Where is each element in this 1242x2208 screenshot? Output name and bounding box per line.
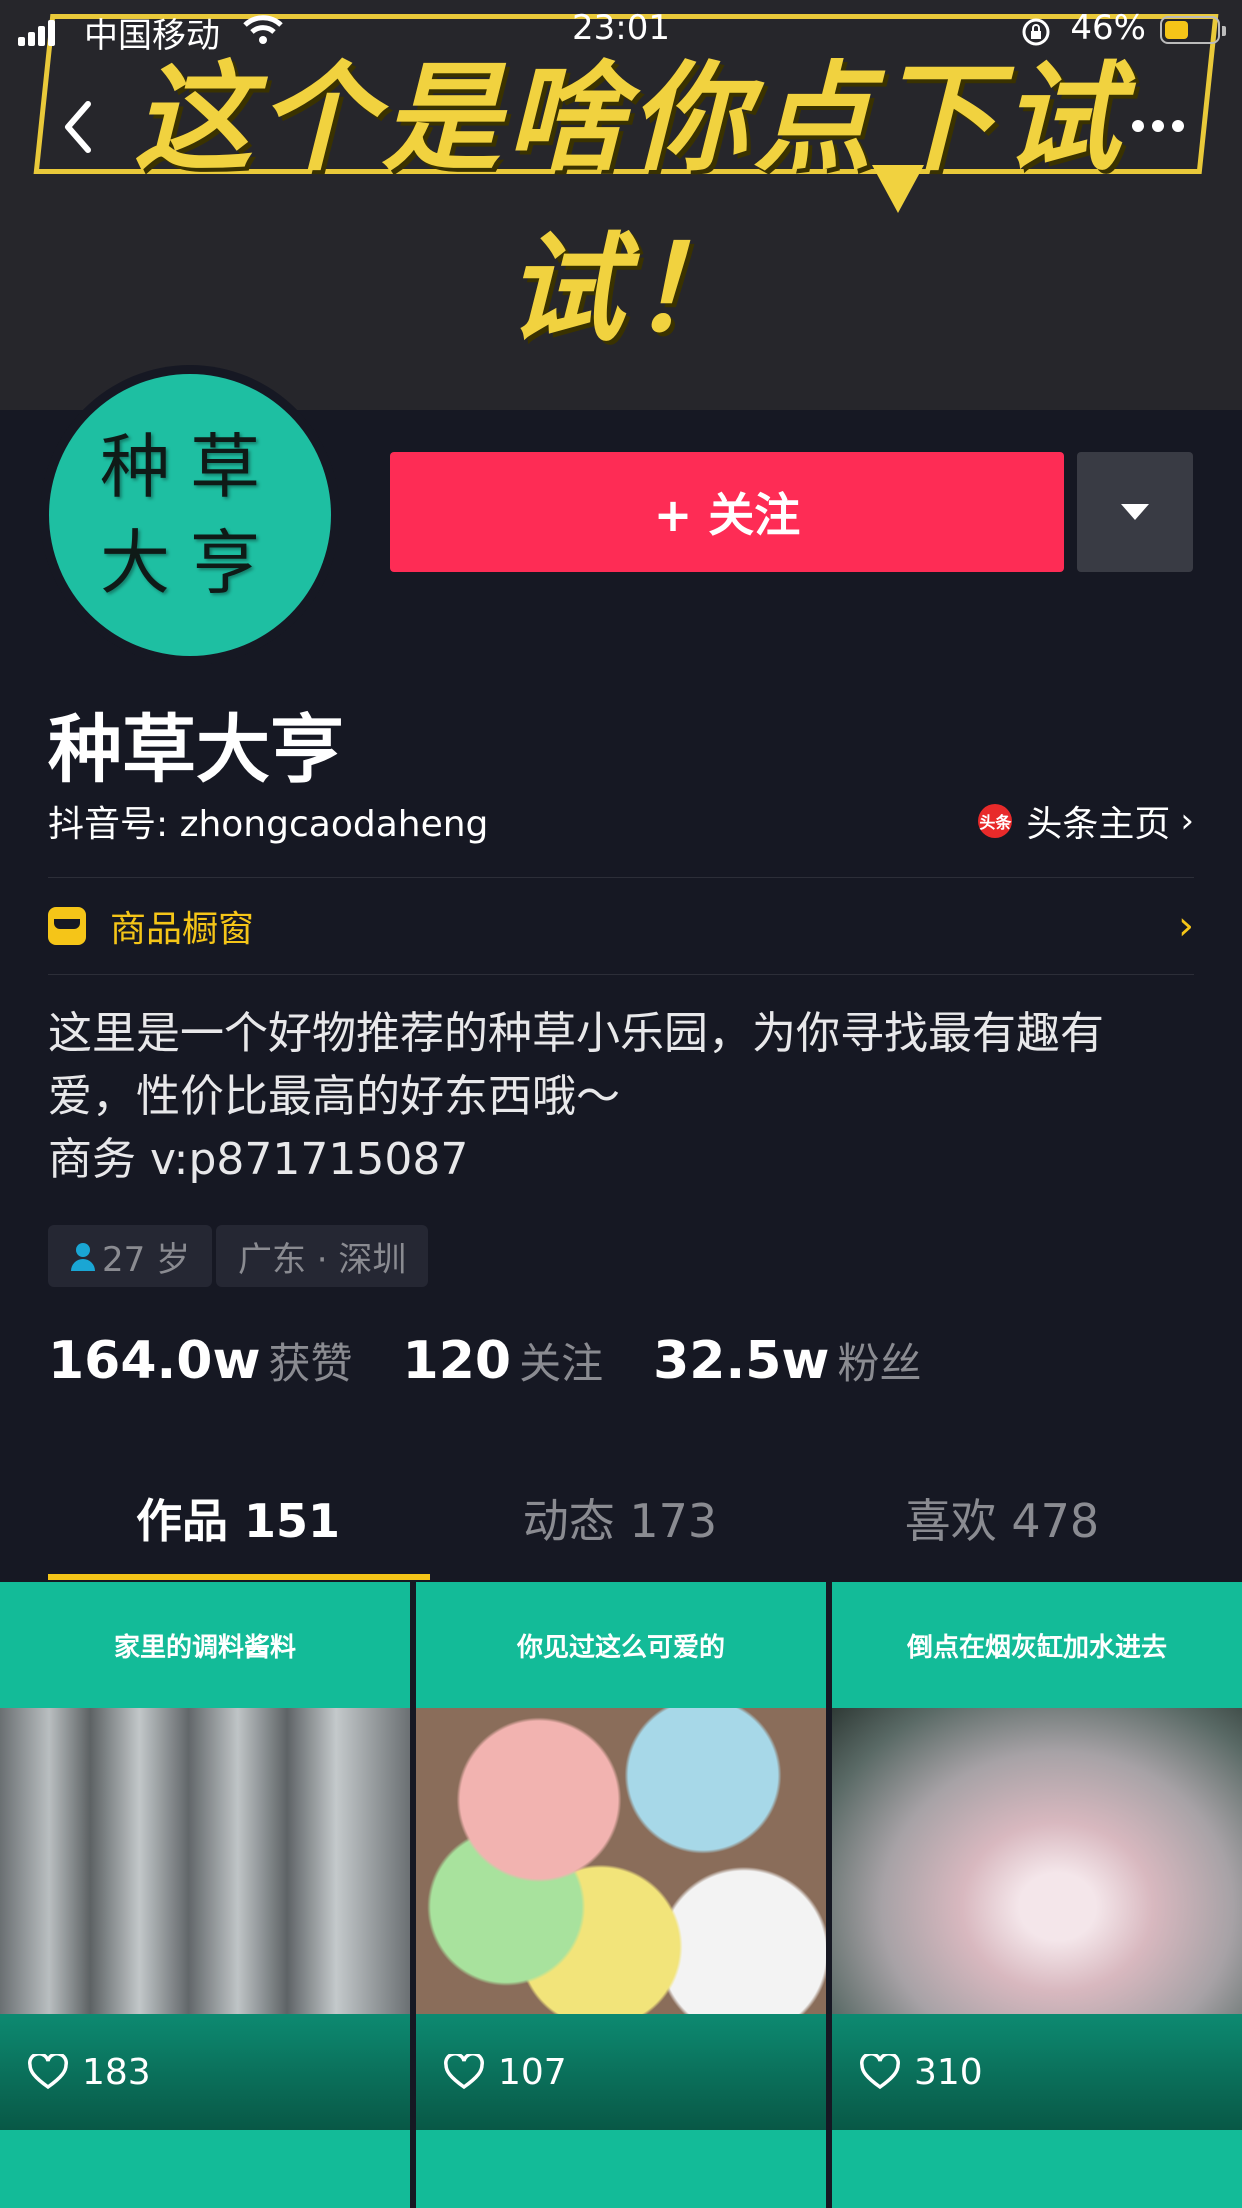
video-likes: 310 xyxy=(832,2014,1242,2130)
shop-icon xyxy=(48,907,86,945)
age-label: 27 岁 xyxy=(102,1239,191,1280)
recommend-dropdown-button[interactable] xyxy=(1077,452,1193,572)
location-tag: 广东 · 深圳 xyxy=(216,1225,429,1287)
profile-bio: 这里是一个好物推荐的种草小乐园，为你寻找最有趣有 爱，性价比最高的好东西哦～ 商… xyxy=(48,1002,1198,1191)
video-title: 你见过这么可爱的 xyxy=(416,1582,826,1708)
banner-arrow-icon xyxy=(872,165,924,213)
battery-icon xyxy=(1160,16,1226,44)
back-button[interactable] xyxy=(60,98,94,156)
heart-icon xyxy=(444,2054,484,2090)
avatar-text-line2: 大亨 xyxy=(100,522,280,604)
tab-likes[interactable]: 喜欢 478 xyxy=(812,1485,1192,1575)
following-count[interactable]: 120 xyxy=(403,1331,512,1391)
video-like-count: 183 xyxy=(82,2051,151,2093)
avatar[interactable]: 种草 大亨 xyxy=(40,365,340,665)
video-likes: 107 xyxy=(416,2014,826,2130)
followers-count[interactable]: 32.5w xyxy=(653,1331,829,1391)
follow-button[interactable]: + 关注 xyxy=(390,452,1064,572)
video-title: 家里的调料酱料 xyxy=(0,1582,410,1708)
shop-label: 商品橱窗 xyxy=(110,909,255,950)
video-image-ashtray xyxy=(832,1708,1242,2014)
rotation-lock-icon xyxy=(1022,18,1050,46)
toutiao-homepage-link[interactable]: 头条 头条主页 › xyxy=(978,795,1194,847)
video-like-count: 107 xyxy=(498,2051,567,2093)
dropdown-triangle-icon xyxy=(1121,504,1149,520)
product-showcase-row[interactable]: 商品橱窗 › xyxy=(48,878,1194,974)
clock: 23:01 xyxy=(572,8,670,48)
profile-stats: 164.0w 获赞 120 关注 32.5w 粉丝 xyxy=(48,1330,971,1391)
video-thumbnail-partial[interactable] xyxy=(0,2130,410,2208)
bio-line: 这里是一个好物推荐的种草小乐园，为你寻找最有趣有 xyxy=(48,1008,1104,1059)
likes-count: 164.0w xyxy=(48,1331,261,1391)
profile-cover-banner: 这个是啥你点下试试！ xyxy=(0,0,1242,410)
following-label[interactable]: 关注 xyxy=(519,1330,603,1391)
video-thumbnail-partial[interactable] xyxy=(832,2130,1242,2208)
active-tab-indicator xyxy=(48,1574,430,1580)
video-thumbnail[interactable]: 你见过这么可爱的 107 xyxy=(416,1582,826,2130)
video-thumbnail[interactable]: 家里的调料酱料 183 xyxy=(0,1582,410,2130)
battery-percent: 46% xyxy=(1070,8,1146,48)
banner-slogan: 这个是啥你点下试试！ xyxy=(133,49,1126,358)
divider xyxy=(48,974,1194,975)
avatar-text-line1: 种草 xyxy=(100,426,280,508)
followers-label[interactable]: 粉丝 xyxy=(837,1330,921,1391)
video-image-earbud-cases xyxy=(416,1708,826,2014)
toutiao-logo-icon: 头条 xyxy=(978,804,1013,838)
bio-line: 爱，性价比最高的好东西哦～ xyxy=(48,1071,620,1122)
tab-works[interactable]: 作品 151 xyxy=(48,1485,428,1575)
location-label: 广东 · 深圳 xyxy=(238,1239,407,1280)
heart-icon xyxy=(28,2054,68,2090)
tab-activity[interactable]: 动态 173 xyxy=(430,1485,810,1575)
heart-icon xyxy=(860,2054,900,2090)
video-likes: 183 xyxy=(0,2014,410,2130)
profile-name: 种草大亨 xyxy=(48,707,344,793)
age-tag: 27 岁 xyxy=(48,1225,213,1287)
status-bar: 中国移动 23:01 46% xyxy=(0,0,1242,60)
toutiao-link-label: 头条主页 xyxy=(1026,804,1171,845)
bio-line: 商务 v:p871715087 xyxy=(48,1134,469,1185)
chevron-right-icon: › xyxy=(1178,903,1194,949)
video-thumbnail[interactable]: 倒点在烟灰缸加水进去 310 xyxy=(832,1582,1242,2130)
likes-label: 获赞 xyxy=(268,1339,353,1388)
chevron-right-icon: › xyxy=(1180,801,1194,841)
video-image-bottles xyxy=(0,1708,410,2014)
more-options-icon[interactable] xyxy=(1130,114,1186,138)
person-icon xyxy=(71,1243,95,1271)
douyin-id: 抖音号: zhongcaodaheng xyxy=(48,804,489,845)
avatar-image: 种草 大亨 xyxy=(49,374,331,656)
video-like-count: 310 xyxy=(914,2051,983,2093)
video-thumbnail-partial[interactable] xyxy=(416,2130,826,2208)
video-title: 倒点在烟灰缸加水进去 xyxy=(832,1582,1242,1708)
